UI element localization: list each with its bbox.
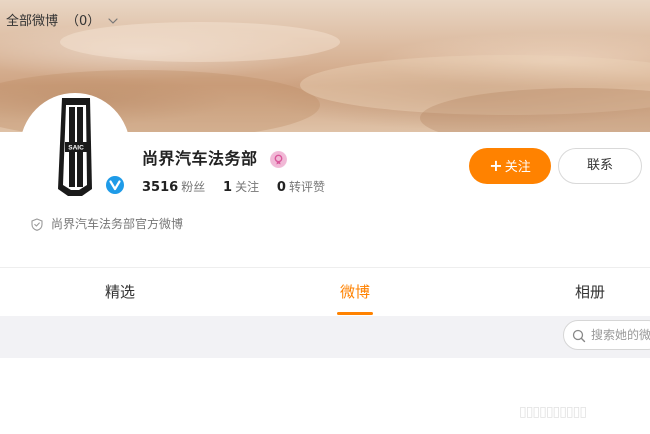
shield-icon	[31, 218, 43, 235]
tab-label: 精选	[104, 283, 135, 301]
search-input[interactable]	[591, 326, 650, 344]
profile-stats: 3516 粉丝 1 关注 0 转评赞	[142, 178, 339, 196]
post-filter-dropdown[interactable]: 全部微博 （0）	[6, 12, 118, 31]
tab-label: 微博	[339, 283, 370, 301]
verified-badge	[104, 174, 126, 196]
follow-button[interactable]: + 关注	[469, 148, 551, 184]
filter-bar	[0, 316, 650, 358]
profile-name: 尚界汽车法务部	[142, 149, 258, 168]
interactions-count: 0	[276, 180, 286, 195]
profile-tabs: 精选 微博 相册	[0, 268, 650, 316]
contact-button[interactable]: 联系	[558, 148, 642, 184]
level-badge[interactable]	[270, 151, 287, 168]
interactions-label: 转评赞	[288, 180, 325, 194]
feed-content-area	[0, 358, 650, 434]
tab-label: 相册	[574, 283, 605, 301]
plus-icon: +	[489, 156, 503, 175]
stat-followers[interactable]: 3516 粉丝	[142, 178, 205, 195]
followers-count: 3516	[142, 180, 179, 195]
following-label: 关注	[235, 180, 260, 194]
level-badge-icon	[270, 151, 287, 168]
follow-button-label: 关注	[504, 160, 531, 175]
description-text: 尚界汽车法务部官方微博	[51, 217, 184, 231]
watermark: ▯▯▯▯▯▯▯▯▯▯	[519, 404, 587, 420]
following-count: 1	[223, 180, 233, 195]
followers-label: 粉丝	[181, 180, 206, 194]
post-search-box[interactable]	[563, 320, 650, 350]
logo-text: SAIC	[68, 145, 84, 152]
active-tab-indicator	[337, 312, 373, 315]
tab-weibo[interactable]: 微博	[240, 268, 470, 316]
profile-description: 尚界汽车法务部官方微博	[31, 216, 183, 235]
stat-following[interactable]: 1 关注	[223, 178, 259, 195]
search-icon	[572, 328, 586, 347]
tab-featured[interactable]: 精选	[0, 268, 240, 316]
stat-interactions[interactable]: 0 转评赞	[277, 178, 325, 195]
chevron-down-icon	[108, 12, 118, 30]
verified-badge-icon	[106, 176, 124, 194]
tab-album[interactable]: 相册	[470, 268, 650, 316]
post-count: （0）	[66, 14, 101, 29]
filter-label: 全部微博	[6, 14, 59, 29]
